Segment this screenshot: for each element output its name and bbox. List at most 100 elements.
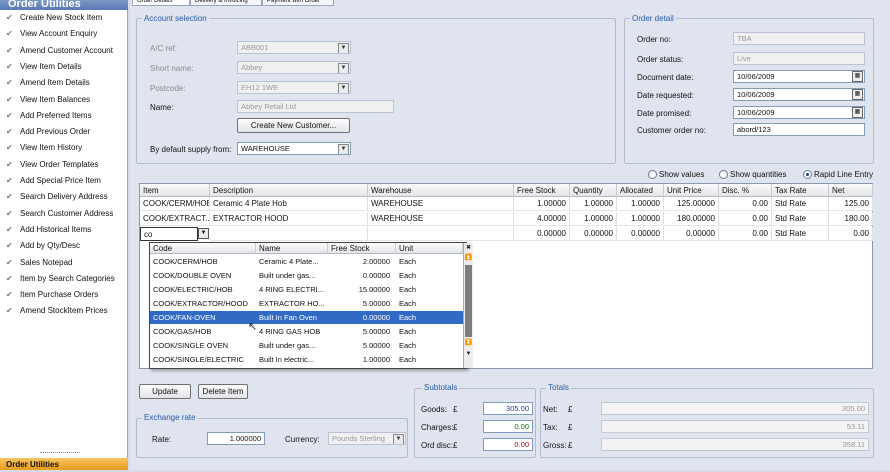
grid-cell[interactable]: 125.00 [829, 197, 873, 211]
sidebar-item[interactable]: ✔ View Account Enquiry [6, 26, 126, 42]
customer-order-no-field[interactable]: abord/123 [733, 123, 865, 136]
lookup-row[interactable]: COOK/ELECTRIC/HOB 4 RING ELECTRI... 15.000… [150, 283, 463, 296]
order-lines-grid[interactable]: Item Description Warehouse Free Stock Quanti… [139, 183, 873, 369]
sidebar-item[interactable]: ✔ Amend Item Details [6, 75, 126, 91]
scrollbar-thumb[interactable] [465, 265, 472, 337]
sidebar-item[interactable]: ✔ View Order Templates [6, 157, 126, 173]
grid-column-header[interactable]: Unit Price [664, 184, 719, 197]
supply-from-select[interactable]: WAREHOUSE ▼ [237, 142, 351, 155]
sidebar-item[interactable]: ✔ Amend Customer Account [6, 43, 126, 59]
grid-column-header[interactable]: Free Stock [514, 184, 570, 197]
date-requested-field[interactable]: 10/06/2009 ▦ [733, 88, 865, 101]
grid-column-header[interactable]: Tax Rate [772, 184, 829, 197]
tab-delivery-invoicing[interactable]: Delivery & Invoicing [190, 0, 262, 6]
sidebar-item[interactable]: ✔ Search Delivery Address [6, 189, 126, 205]
grid-column-header[interactable]: Quantity [570, 184, 617, 197]
sidebar-item[interactable]: ✔ Add Historical Items [6, 222, 126, 238]
grid-cell[interactable]: 180.00000 [664, 212, 719, 226]
grid-cell[interactable]: 1.00000 [617, 212, 664, 226]
sidebar-item[interactable]: ✔ Add Special Price Item [6, 173, 126, 189]
close-icon[interactable]: ✖ [464, 244, 473, 253]
tab-payment-with-order[interactable]: Payment with Order [262, 0, 334, 6]
sidebar-item[interactable]: ✔ Create New Stock Item [6, 10, 126, 26]
create-new-customer-button[interactable]: Create New Customer... [237, 118, 350, 133]
grid-cell[interactable]: 0.00000 [514, 227, 570, 241]
sidebar-item[interactable]: ✔ Add by Qty/Desc [6, 238, 126, 254]
date-promised-field[interactable]: 10/06/2009 ▦ [733, 106, 865, 119]
grid-column-header[interactable]: Allocated [617, 184, 664, 197]
calendar-icon[interactable]: ▦ [852, 107, 863, 118]
order-discount-field[interactable]: 0.00 [483, 438, 533, 451]
sidebar-splitter-grip[interactable] [40, 452, 80, 456]
lookup-row[interactable]: COOK/SINGLE OVEN Built under gas... 5.0000… [150, 339, 463, 352]
grid-column-header[interactable]: Item [140, 184, 210, 197]
scroll-bottom-icon[interactable]: ⏬ [464, 339, 473, 348]
grid-cell[interactable]: 0.00 [719, 197, 772, 211]
grid-cell[interactable]: Std Rate [772, 212, 829, 226]
grid-cell[interactable]: WAREHOUSE [368, 212, 514, 226]
show-values-radio[interactable]: Show values [648, 170, 704, 179]
grid-column-header[interactable]: Disc. % [719, 184, 772, 197]
grid-cell[interactable]: 0.00 [719, 227, 772, 241]
lookup-row[interactable]: COOK/EXTRACTOR/HOOD EXTRACTOR HO... 5.0000… [150, 297, 463, 310]
update-button[interactable]: Update [139, 384, 191, 399]
sidebar-footer-tab[interactable]: Order Utilities [0, 458, 128, 470]
grid-column-header[interactable]: Net [829, 184, 873, 197]
sidebar-item[interactable]: ✔ Add Preferred Items [6, 108, 126, 124]
grid-cell[interactable]: Std Rate [772, 227, 829, 241]
rate-field[interactable]: 1.000000 [207, 432, 265, 445]
grid-cell[interactable] [368, 227, 514, 241]
sidebar-item[interactable]: ✔ Sales Notepad [6, 255, 126, 271]
sidebar-item[interactable]: ✔ Item by Search Categories [6, 271, 126, 287]
lookup-row[interactable]: COOK/DOUBLE OVEN Built under gas... 0.0000… [150, 269, 463, 282]
grid-cell[interactable]: 125.00000 [664, 197, 719, 211]
grid-cell[interactable]: 1.00000 [570, 212, 617, 226]
lookup-column-header[interactable]: Code [150, 243, 256, 254]
lookup-scrollbar[interactable]: ✖ ⏫ ⏬ ▼ [463, 243, 473, 368]
grid-cell[interactable]: 0.00 [829, 227, 873, 241]
scroll-down-icon[interactable]: ▼ [464, 350, 473, 359]
grid-cell[interactable] [210, 227, 368, 241]
grid-cell[interactable]: 0.00000 [664, 227, 719, 241]
sidebar-item[interactable]: ✔ View Item History [6, 140, 126, 156]
document-date-field[interactable]: 10/06/2009 ▦ [733, 70, 865, 83]
sidebar-item[interactable]: ✔ View Item Details [6, 59, 126, 75]
grid-cell[interactable]: COOK/EXTRACT... [140, 212, 210, 226]
grid-cell[interactable]: 1.00000 [617, 197, 664, 211]
grid-cell[interactable]: COOK/CERM/HOB [140, 197, 210, 211]
grid-cell[interactable]: 180.00 [829, 212, 873, 226]
item-dropdown-chevron-icon[interactable]: ▼ [198, 228, 209, 239]
lookup-row[interactable]: COOK/SINGLE/ELECTRIC Built In electric...… [150, 353, 463, 366]
grid-cell[interactable]: Ceramic 4 Plate Hob [210, 197, 368, 211]
grid-column-header[interactable]: Warehouse [368, 184, 514, 197]
tab-order-details[interactable]: Order Details [132, 0, 190, 6]
rapid-line-entry-radio[interactable]: Rapid Line Entry [803, 170, 873, 179]
lookup-column-header[interactable]: Free Stock [328, 243, 396, 254]
lookup-row[interactable]: COOK/GAS/HOB 4 RING GAS HOB 5.00000 Each [150, 325, 463, 338]
delete-item-button[interactable]: Delete Item [198, 384, 248, 399]
grid-cell[interactable]: 0.00 [719, 212, 772, 226]
show-quantities-radio[interactable]: Show quantities [719, 170, 786, 179]
grid-cell[interactable]: EXTRACTOR HOOD [210, 212, 368, 226]
grid-cell[interactable]: 1.00000 [570, 197, 617, 211]
grid-cell[interactable]: 1.00000 [514, 197, 570, 211]
grid-cell[interactable]: 4.00000 [514, 212, 570, 226]
scroll-top-icon[interactable]: ⏫ [464, 254, 473, 263]
sidebar-item[interactable]: ✔ Item Purchase Orders [6, 287, 126, 303]
calendar-icon[interactable]: ▦ [852, 89, 863, 100]
charges-field[interactable]: 0.00 [483, 420, 533, 433]
calendar-icon[interactable]: ▦ [852, 71, 863, 82]
lookup-column-header[interactable]: Unit [396, 243, 463, 254]
grid-column-header[interactable]: Description [210, 184, 368, 197]
lookup-row[interactable]: COOK/FAN-OVEN Built In Fan Oven 0.00000 Eac… [150, 311, 463, 324]
sidebar-item[interactable]: ✔ Search Customer Address [6, 206, 126, 222]
lookup-row[interactable]: COOK/CERM/HOB Ceramic 4 Plate... 2.00000 Ea… [150, 255, 463, 268]
chevron-down-icon[interactable]: ▼ [338, 144, 349, 154]
grid-cell[interactable]: 0.00000 [617, 227, 664, 241]
sidebar-item[interactable]: ✔ Amend StockItem Prices [6, 303, 126, 319]
grid-cell[interactable]: co [140, 227, 198, 241]
item-lookup-dropdown[interactable]: Code Name Free Stock Unit COOK/CERM/HOB Cera… [149, 242, 473, 369]
grid-cell[interactable]: 0.00000 [570, 227, 617, 241]
lookup-column-header[interactable]: Name [256, 243, 328, 254]
grid-cell[interactable]: WAREHOUSE [368, 197, 514, 211]
